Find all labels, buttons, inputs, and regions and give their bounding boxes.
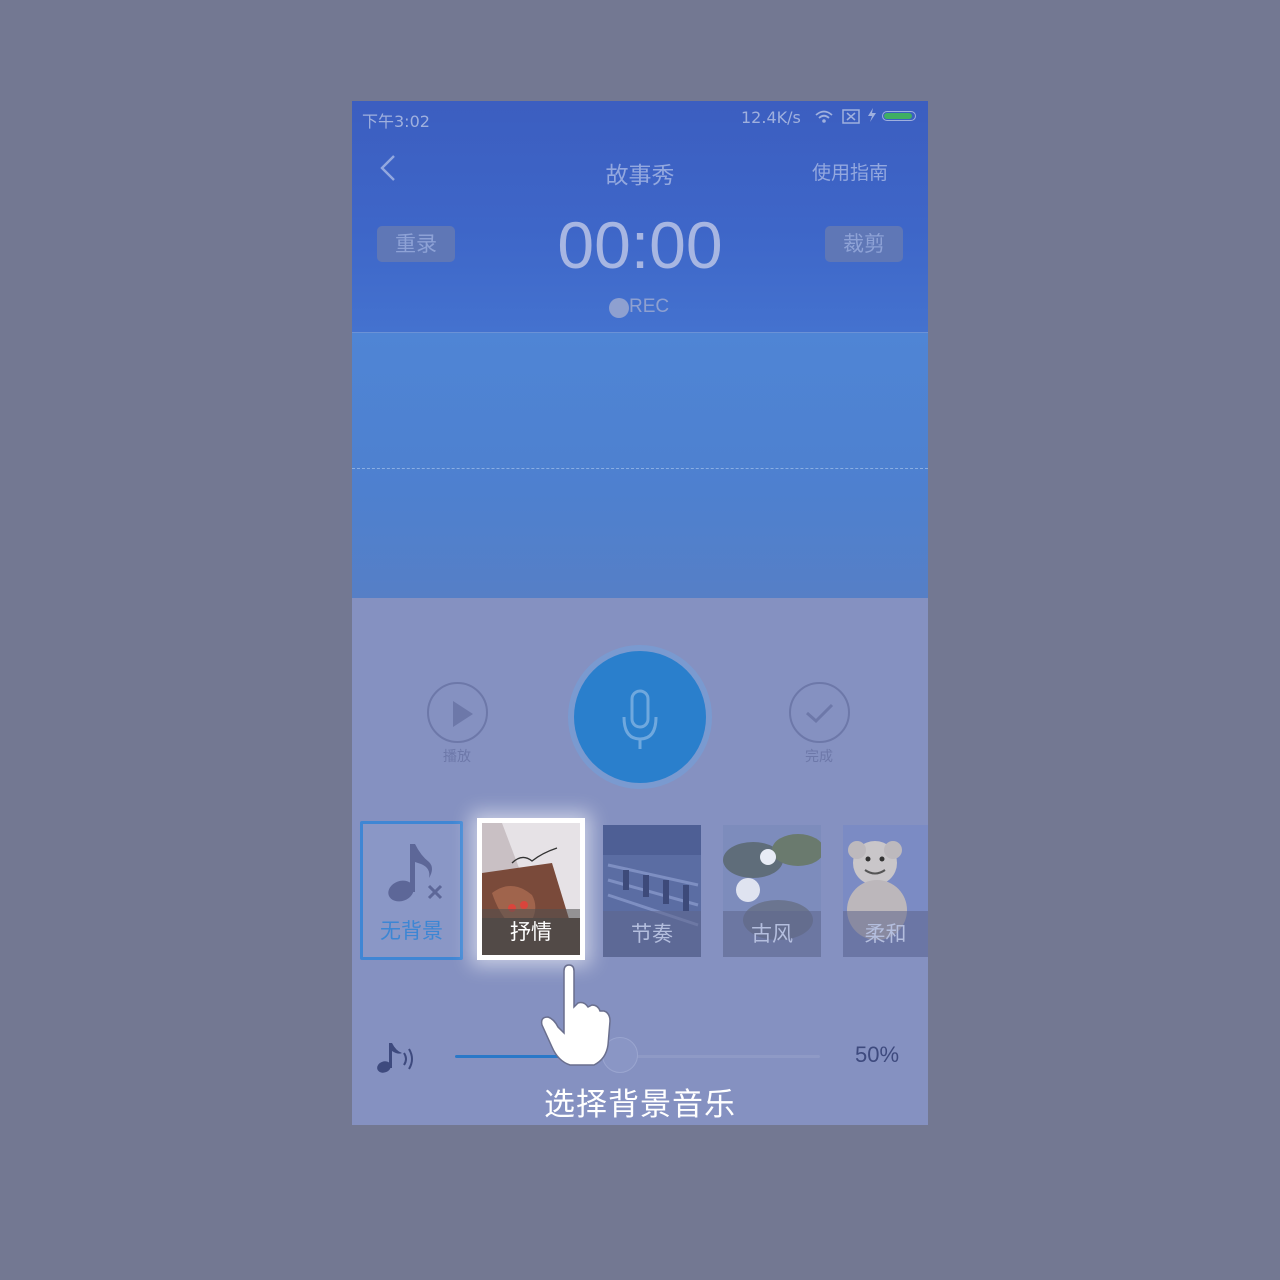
music-option-gentle[interactable]: 柔和	[843, 825, 928, 957]
music-option-label: 节奏	[603, 911, 701, 957]
guide-link[interactable]: 使用指南	[812, 158, 888, 185]
done-label: 完成	[805, 749, 833, 765]
phone-screen: 下午3:02 12.4K/s 故事秀 使用指南 重录 00:00 裁剪 REC …	[352, 101, 928, 1125]
record-timer: 00:00	[557, 208, 723, 282]
status-bar: 下午3:02 12.4K/s	[352, 101, 928, 135]
rec-label: REC	[629, 296, 670, 317]
music-volume-icon	[377, 1043, 413, 1073]
status-network-speed: 12.4K/s	[741, 108, 801, 127]
music-option-label: 古风	[723, 911, 821, 957]
music-option-ancient[interactable]: 古风	[723, 825, 821, 957]
play-circle	[427, 682, 488, 743]
waveform-area	[352, 332, 928, 599]
music-option-label: 柔和	[843, 911, 928, 957]
music-option-lyrical[interactable]: 抒情	[477, 818, 585, 960]
music-option-none[interactable]: 无背景	[360, 821, 463, 960]
music-note-mute-icon	[388, 844, 443, 902]
hint-text: 选择背景音乐	[544, 1087, 736, 1123]
volume-percent: 50%	[855, 1042, 900, 1067]
music-option-label: 无背景	[380, 919, 443, 943]
page-title: 故事秀	[605, 163, 675, 189]
record-mic-button[interactable]	[574, 651, 706, 783]
charging-icon	[867, 107, 877, 127]
trim-button[interactable]: 裁剪	[825, 226, 903, 262]
rerecord-button[interactable]: 重录	[377, 226, 455, 262]
waveform-baseline	[352, 468, 928, 469]
battery-icon	[882, 111, 916, 121]
chevron-left-icon	[380, 155, 395, 181]
microphone-icon	[622, 689, 658, 749]
status-time: 下午3:02	[362, 112, 430, 131]
background-music-list: 无背景 抒情 节奏 古风 柔和	[352, 818, 928, 961]
wifi-icon	[814, 109, 834, 129]
play-label: 播放	[443, 749, 471, 765]
done-circle	[789, 682, 850, 743]
battery-level	[884, 113, 912, 119]
music-option-label: 抒情	[482, 909, 580, 955]
tap-hand-icon	[540, 964, 611, 1066]
checkmark-icon	[806, 703, 834, 724]
back-button[interactable]	[376, 153, 400, 183]
sim-icon	[842, 109, 860, 129]
rec-dot-icon	[609, 298, 629, 318]
music-option-rhythm[interactable]: 节奏	[603, 825, 701, 957]
play-icon	[453, 701, 473, 727]
